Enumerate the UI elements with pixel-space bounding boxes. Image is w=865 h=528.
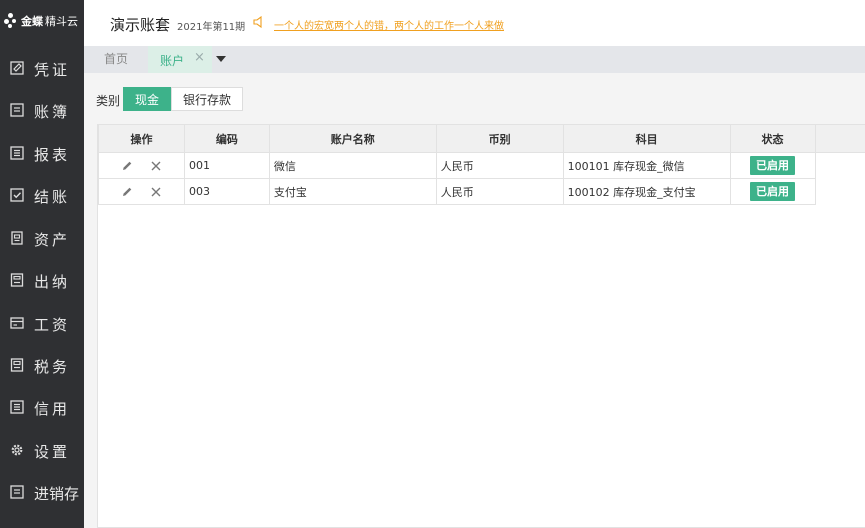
category-bank-deposit-button[interactable]: 银行存款 xyxy=(171,87,244,111)
sidebar-item-checkout[interactable]: 结账 xyxy=(0,175,84,215)
sidebar-item-label: 报表 xyxy=(34,146,71,164)
cell-name: 支付宝 xyxy=(268,178,437,205)
checkout-icon xyxy=(10,188,24,202)
accounting-period: 2021年第11期 xyxy=(177,22,246,33)
tab-home[interactable]: 首页 xyxy=(84,46,148,73)
sidebar-item-label: 账簿 xyxy=(34,103,71,121)
sidebar-item-inventory[interactable]: 进销存 xyxy=(0,472,84,512)
ledger-icon xyxy=(10,103,24,117)
brand-logo[interactable]: 金蝶 精斗云 xyxy=(4,10,78,32)
sidebar-item-label: 出纳 xyxy=(34,273,71,291)
salary-icon xyxy=(10,317,24,329)
cell-subject: 100101 库存现金_微信 xyxy=(562,152,731,179)
cell-filler xyxy=(815,179,865,205)
category-cash-button[interactable]: 现金 xyxy=(123,87,172,111)
edit-pencil-icon[interactable] xyxy=(120,185,134,199)
report-icon xyxy=(10,146,24,160)
cell-status: 已启用 xyxy=(729,178,816,205)
column-header-code[interactable]: 编码 xyxy=(183,125,270,153)
edit-pencil-icon[interactable] xyxy=(120,159,134,173)
column-header-currency[interactable]: 币别 xyxy=(435,125,564,153)
sidebar-item-cashier[interactable]: 出纳 xyxy=(0,260,84,300)
sidebar-item-tax[interactable]: 税务 xyxy=(0,345,84,385)
speaker-icon xyxy=(253,16,262,28)
delete-x-icon[interactable] xyxy=(149,185,163,199)
product-name: 精斗云 xyxy=(45,15,78,28)
notice-link[interactable]: 一个人的宏宽两个人的错，两个人的工作一个人来做 xyxy=(274,17,504,32)
column-header-subject[interactable]: 科目 xyxy=(562,125,731,153)
cashier-icon xyxy=(10,273,24,287)
column-header-actions: 操作 xyxy=(98,125,185,153)
category-segmented-control: 现金 银行存款 xyxy=(123,87,244,111)
sidebar-item-label: 税务 xyxy=(34,358,71,376)
main-content: 类别 现金 银行存款 操作 编码 账户名称 币别 科目 状态 001 微信 人民… xyxy=(84,73,865,528)
tab-bar: 首页 账户 × xyxy=(84,46,865,73)
tab-label: 账户 xyxy=(160,54,185,68)
table-row: 003 支付宝 人民币 100102 库存现金_支付宝 已启用 xyxy=(98,178,865,205)
sidebar-item-ledger[interactable]: 账簿 xyxy=(0,90,84,130)
accounts-table: 操作 编码 账户名称 币别 科目 状态 001 微信 人民币 100101 库存… xyxy=(98,125,865,205)
sidebar-item-salary[interactable]: 工资 xyxy=(0,303,84,343)
asset-icon xyxy=(11,231,23,245)
close-icon[interactable]: × xyxy=(194,50,205,65)
cell-currency: 人民币 xyxy=(435,178,564,205)
column-header-name[interactable]: 账户名称 xyxy=(268,125,437,153)
sidebar-item-voucher[interactable]: 凭证 xyxy=(0,48,84,88)
cell-subject: 100102 库存现金_支付宝 xyxy=(562,178,731,205)
table-header-row: 操作 编码 账户名称 币别 科目 状态 xyxy=(98,125,865,153)
gear-icon xyxy=(11,444,23,456)
status-badge[interactable]: 已启用 xyxy=(750,182,796,201)
status-badge[interactable]: 已启用 xyxy=(750,156,796,175)
column-header-filler xyxy=(814,125,865,153)
accounts-grid: 操作 编码 账户名称 币别 科目 状态 001 微信 人民币 100101 库存… xyxy=(97,124,865,528)
cell-filler xyxy=(815,153,865,179)
cell-code: 003 xyxy=(183,178,270,205)
sidebar-item-settings[interactable]: 设置 xyxy=(0,430,84,470)
column-header-status[interactable]: 状态 xyxy=(729,125,816,153)
brand-name: 金蝶 xyxy=(21,15,43,28)
cell-name: 微信 xyxy=(268,152,437,179)
sidebar-item-label: 工资 xyxy=(34,316,71,334)
sidebar-item-label: 设置 xyxy=(34,443,71,461)
sidebar-item-label: 信用 xyxy=(34,400,71,418)
cell-currency: 人民币 xyxy=(435,152,564,179)
tax-icon xyxy=(10,358,24,372)
sidebar: 金蝶 精斗云 凭证 账簿 报表 结账 资产 出纳 工资 税务 信用 设置 进销存 xyxy=(0,0,84,528)
category-label: 类别 xyxy=(96,94,121,108)
inventory-icon xyxy=(10,485,24,499)
cell-status: 已启用 xyxy=(729,152,816,179)
sidebar-item-credit[interactable]: 信用 xyxy=(0,387,84,427)
logo-mark-icon xyxy=(4,13,18,29)
delete-x-icon[interactable] xyxy=(149,159,163,173)
table-row: 001 微信 人民币 100101 库存现金_微信 已启用 xyxy=(98,152,865,179)
cell-code: 001 xyxy=(183,152,270,179)
header: 演示账套 2021年第11期 一个人的宏宽两个人的错，两个人的工作一个人来做 xyxy=(84,0,865,46)
sidebar-item-label: 凭证 xyxy=(34,61,71,79)
tab-accounts[interactable]: 账户 × xyxy=(148,46,212,73)
sidebar-item-report[interactable]: 报表 xyxy=(0,133,84,173)
row-actions xyxy=(98,178,185,205)
account-set-title[interactable]: 演示账套 xyxy=(110,14,170,35)
sidebar-item-label: 资产 xyxy=(34,231,71,249)
credit-icon xyxy=(10,400,24,414)
sidebar-item-asset[interactable]: 资产 xyxy=(0,218,84,258)
sidebar-item-label: 结账 xyxy=(34,188,71,206)
sidebar-item-label: 进销存 xyxy=(34,485,80,503)
voucher-icon xyxy=(10,61,24,75)
row-actions xyxy=(98,152,185,179)
tab-more-dropdown-icon[interactable] xyxy=(216,56,226,62)
